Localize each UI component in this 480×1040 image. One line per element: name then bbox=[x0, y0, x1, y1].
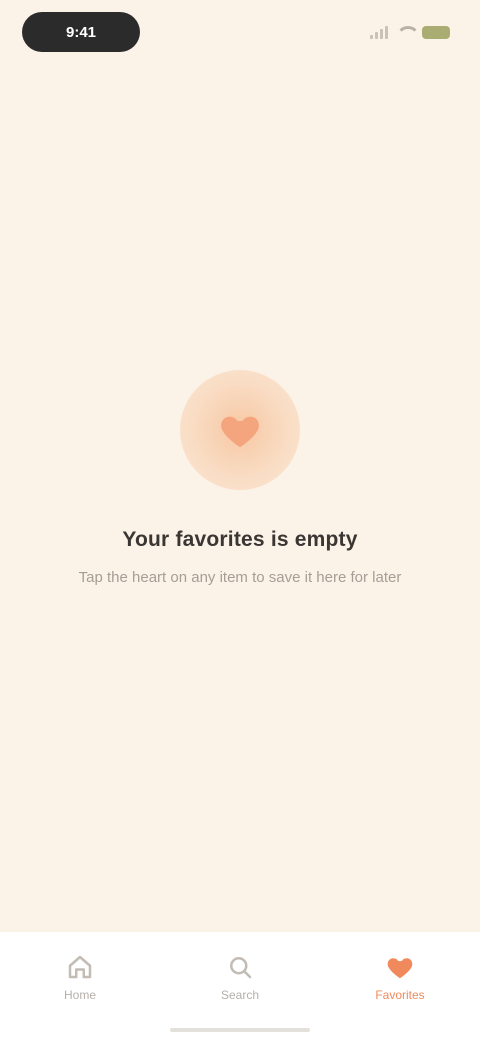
status-bar: 9:41 bbox=[0, 0, 480, 70]
nav-item-home[interactable]: Home bbox=[25, 952, 135, 1002]
nav-label-favorites: Favorites bbox=[375, 988, 425, 1002]
empty-state: Your favorites is empty Tap the heart on… bbox=[0, 370, 480, 590]
home-icon bbox=[68, 955, 92, 979]
signal-icon bbox=[370, 25, 388, 39]
heart-icon bbox=[387, 958, 413, 979]
empty-state-illustration bbox=[180, 370, 300, 490]
battery-icon bbox=[422, 25, 450, 39]
home-indicator[interactable] bbox=[170, 1028, 310, 1032]
bottom-navigation: Home Search Favorites bbox=[0, 932, 480, 1040]
search-icon bbox=[230, 957, 252, 979]
empty-state-title: Your favorites is empty bbox=[122, 528, 358, 551]
nav-label-home: Home bbox=[63, 988, 96, 1002]
wifi-icon bbox=[396, 26, 420, 38]
nav-label-search: Search bbox=[220, 988, 260, 1002]
nav-item-search[interactable]: Search bbox=[185, 952, 295, 1002]
status-time: 9:41 bbox=[22, 12, 140, 52]
empty-state-subtitle: Tap the heart on any item to save it her… bbox=[78, 569, 402, 586]
nav-item-favorites[interactable]: Favorites bbox=[345, 952, 455, 1002]
status-icons bbox=[370, 22, 450, 42]
heart-icon bbox=[221, 416, 259, 448]
